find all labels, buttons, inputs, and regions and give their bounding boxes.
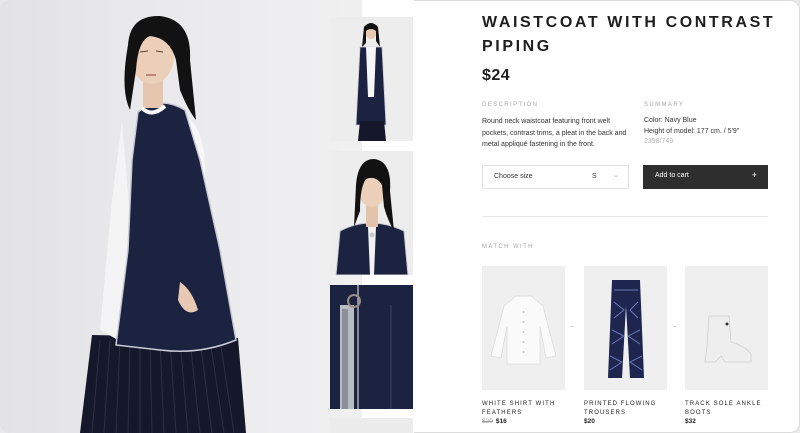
product-price: $24: [482, 67, 511, 84]
size-select-label: Choose size: [494, 173, 533, 180]
chevron-down-icon: ⌄: [613, 172, 619, 179]
summary-text: Color: Navy Blue Height of model: 177 cm…: [644, 116, 739, 148]
match-item-name[interactable]: WHITE SHIRT WITH FEATHERS: [482, 400, 566, 417]
match-separator: –: [571, 324, 575, 330]
gallery-thumbnail[interactable]: [330, 285, 413, 409]
summary-label: SUMMARY: [644, 102, 685, 108]
match-item-price: $20: [584, 418, 595, 425]
product-page: WAISTCOAT WITH CONTRAST PIPING $24 DESCR…: [0, 0, 800, 433]
white-shirt-icon: [490, 295, 557, 365]
gallery-thumbnail[interactable]: [330, 418, 413, 433]
summary-reference: 2398/749: [644, 138, 674, 145]
main-product-image[interactable]: [0, 0, 362, 433]
add-to-cart-button[interactable]: Add to cart +: [643, 165, 768, 189]
match-item-name[interactable]: PRINTED FLOWING TROUSERS: [584, 400, 668, 417]
summary-color: Color: Navy Blue: [644, 117, 697, 124]
match-item-price: $20 $16: [482, 418, 507, 425]
description-label: DESCRIPTION: [482, 102, 539, 108]
section-divider: [482, 216, 768, 217]
gallery-thumbnail[interactable]: [330, 17, 413, 141]
add-to-cart-label: Add to cart: [655, 172, 689, 179]
thumbnail-closeup: [335, 159, 409, 275]
match-item-image[interactable]: [584, 266, 667, 390]
match-item-old-price: $20: [482, 418, 493, 425]
description-text: Round neck waistcoat featuring front wel…: [482, 118, 627, 148]
match-item-current-price: $16: [495, 418, 507, 425]
thumbnail-detail: [330, 285, 413, 409]
product-title: WAISTCOAT WITH CONTRAST PIPING: [482, 14, 776, 55]
match-separator: –: [673, 324, 677, 330]
match-item-image[interactable]: [482, 266, 565, 390]
gallery-thumbnail[interactable]: [330, 151, 413, 275]
summary-height: Height of model: 177 cm. / 5′9″: [644, 127, 740, 135]
thumbnail-full-body: [355, 23, 387, 141]
plus-icon: +: [751, 170, 757, 180]
model-illustration: [80, 15, 246, 433]
match-item-price: $32: [685, 418, 696, 425]
size-select[interactable]: Choose size S ⌄: [482, 165, 629, 189]
printed-trousers-icon: [608, 280, 644, 378]
size-select-value: S: [592, 173, 597, 180]
match-with-label: MATCH WITH: [482, 244, 534, 250]
ankle-boot-icon: [704, 315, 752, 363]
match-item-name[interactable]: TRACK SOLE ANKLE BOOTS: [685, 400, 769, 417]
match-item-image[interactable]: [685, 266, 768, 390]
